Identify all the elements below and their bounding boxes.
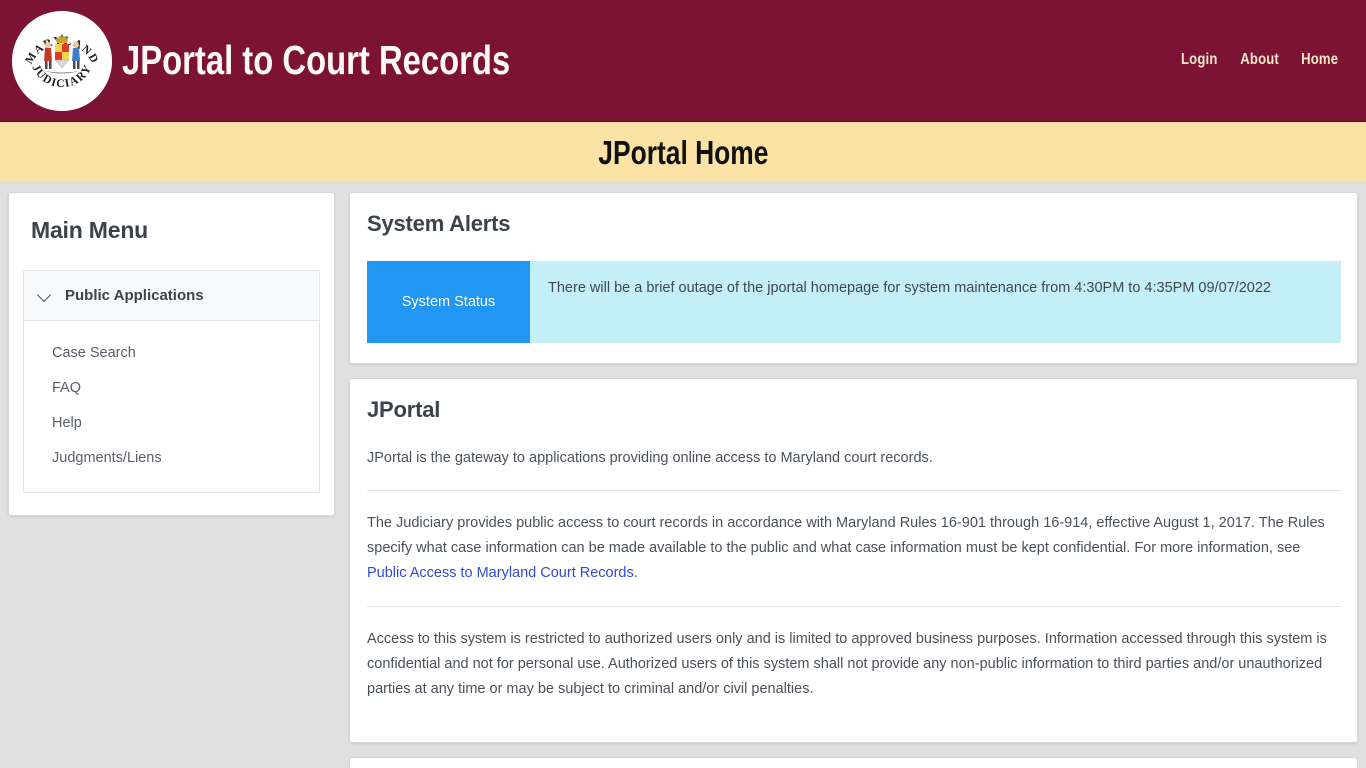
sidebar: Main Menu Public Applications Case Searc… [8,192,335,516]
page-banner: JPortal Home [0,121,1366,182]
sidebar-item-help[interactable]: Help [24,405,319,440]
status-badge: System Status [367,261,530,343]
logo-wrap[interactable]: MARYLAND JUDICIARY [12,10,112,111]
sidebar-item-faq[interactable]: FAQ [24,370,319,405]
nav-about[interactable]: About [1240,51,1279,69]
jportal-paragraph-rules: The Judiciary provides public access to … [367,491,1341,606]
main-content: System Alerts System Status There will b… [349,192,1358,768]
site-header: MARYLAND JUDICIARY [0,0,1366,121]
accordion-label: Public Applications [65,287,204,304]
accordion-body: Case Search FAQ Help Judgments/Liens [24,321,319,492]
jportal-title: JPortal [367,397,441,422]
paragraph-rules-text: The Judiciary provides public access to … [367,515,1325,557]
sidebar-item-case-search[interactable]: Case Search [24,335,319,370]
sidebar-heading: Main Menu [31,217,149,243]
public-access-link[interactable]: Public Access to Maryland Court Records. [367,565,638,581]
nav-home[interactable]: Home [1301,51,1338,69]
maryland-judiciary-seal-icon: MARYLAND JUDICIARY [12,10,112,111]
sidebar-item-judgments-liens[interactable]: Judgments/Liens [24,440,319,475]
chevron-down-icon [38,288,53,303]
alert-message: There will be a brief outage of the jpor… [548,280,1271,296]
jportal-paragraph-restriction: Access to this system is restricted to a… [367,631,1327,697]
sidebar-accordion: Public Applications Case Search FAQ Help… [23,270,320,493]
jportal-card: JPortal JPortal is the gateway to applic… [349,378,1358,743]
page-body: Main Menu Public Applications Case Searc… [0,182,1366,768]
accordion-header-public-applications[interactable]: Public Applications [24,271,319,321]
system-alerts-card: System Alerts System Status There will b… [349,192,1358,364]
next-card-partial [349,756,1358,768]
jportal-lead: JPortal is the gateway to applications p… [367,450,933,466]
nav-login[interactable]: Login [1181,51,1218,69]
system-status-alert: System Status There will be a brief outa… [367,261,1341,343]
site-title: JPortal to Court Records [122,37,511,83]
header-nav: Login About Home [1177,51,1342,71]
system-alerts-title: System Alerts [367,211,511,236]
page-title: JPortal Home [597,133,769,171]
